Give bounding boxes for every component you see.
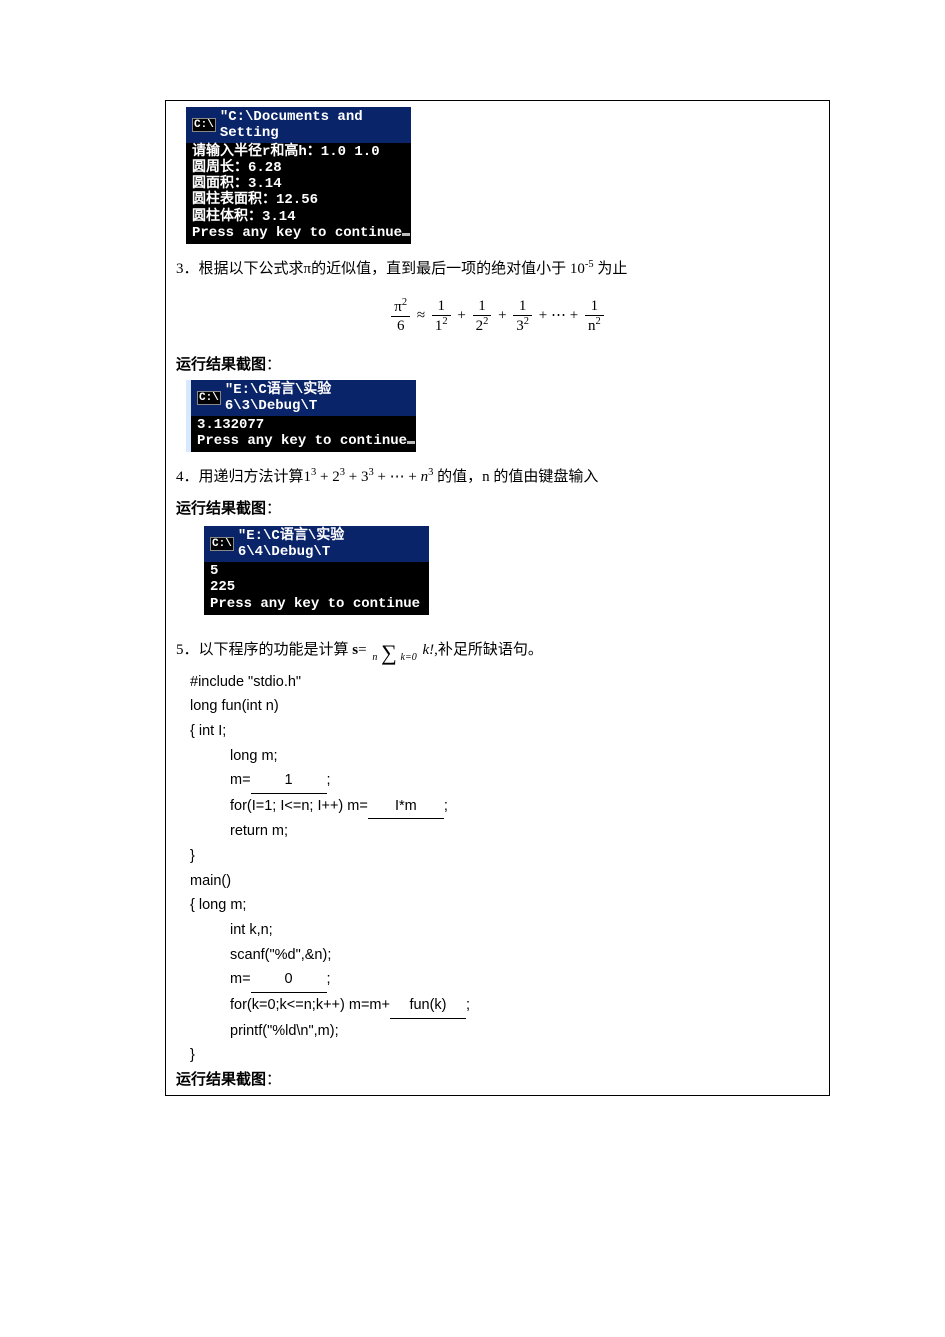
code-frag: for(k=0;k<=n;k++) m=m+: [230, 997, 390, 1013]
code-line: for(I=1; I<=n; I++) m=I*m;: [190, 794, 819, 820]
code-frag: ;: [444, 798, 448, 814]
result-label-text: 运行结果截图: [176, 501, 266, 517]
blank-4: fun(k): [390, 993, 466, 1019]
code-line: main(): [190, 869, 819, 894]
cmd-icon: C:\: [197, 391, 221, 405]
code-line: m=0;: [190, 967, 819, 993]
result-label-3: 运行结果截图：: [166, 1068, 819, 1089]
document-content: C:\ "C:\Documents and Setting 请输入半径r和高h：…: [166, 101, 829, 1095]
code-line: m=1;: [190, 768, 819, 794]
q5-eq: =: [358, 642, 366, 658]
q5-kfact: k!: [422, 642, 434, 658]
code-line: int k,n;: [190, 918, 819, 943]
q4-formula: 13 + 23 + 33 + ⋯ + n3: [304, 469, 434, 485]
code-line: { int I;: [190, 719, 819, 744]
q3-text: 3．根据以下公式求π的近似值，直到最后一项的绝对值小于 10: [176, 261, 585, 277]
q4-suffix: 的值，n 的值由键盘输入: [437, 469, 598, 485]
q3-text-tail: 为止: [594, 261, 628, 277]
question-4: 4．用递归方法计算13 + 23 + 33 + ⋯ + n3 的值，n 的值由键…: [176, 464, 819, 491]
result-label-1: 运行结果截图：: [176, 353, 819, 374]
colon: ：: [266, 1072, 281, 1088]
blank-1: 1: [251, 768, 327, 794]
code-line: }: [190, 1043, 819, 1068]
colon: ：: [266, 357, 281, 373]
q3-exponent: -5: [585, 259, 594, 270]
blank-3: 0: [251, 967, 327, 993]
code-line: for(k=0;k<=n;k++) m=m+fun(k);: [190, 993, 819, 1019]
code-line: long fun(int n): [190, 694, 819, 719]
question-3: 3．根据以下公式求π的近似值，直到最后一项的绝对值小于 10-5 为止: [176, 256, 819, 283]
colon: ：: [266, 501, 281, 517]
console-output-2-wrap: C:\ "E:\C语言\实验6\3\Debug\T 3.132077 Press…: [176, 380, 819, 452]
sigma-icon: n ∑ k=0: [372, 644, 416, 663]
question-5: 5．以下程序的功能是计算 s= n ∑ k=0 k!,补足所缺语句。: [176, 637, 819, 664]
console1-title: "C:\Documents and Setting: [220, 109, 405, 141]
code-line: printf("%ld\n",m);: [190, 1019, 819, 1044]
code-frag: ;: [466, 997, 470, 1013]
console-output-3: C:\ "E:\C语言\实验6\4\Debug\T 5 225 Press an…: [204, 526, 429, 614]
code-block: #include "stdio.h" long fun(int n) { int…: [190, 670, 819, 1068]
result-label-2: 运行结果截图：: [176, 497, 819, 518]
console2-title: "E:\C语言\实验6\3\Debug\T: [225, 382, 410, 414]
code-line: }: [190, 844, 819, 869]
document-frame: C:\ "C:\Documents and Setting 请输入半径r和高h：…: [165, 100, 830, 1096]
result-label-text: 运行结果截图: [176, 357, 266, 373]
code-line: return m;: [190, 819, 819, 844]
q5-suffix: 补足所缺语句。: [438, 642, 543, 658]
code-line: scanf("%d",&n);: [190, 943, 819, 968]
code-line: long m;: [190, 744, 819, 769]
console-output-1: C:\ "C:\Documents and Setting 请输入半径r和高h：…: [186, 107, 819, 244]
blank-2: I*m: [368, 794, 444, 820]
console1-titlebar: C:\ "C:\Documents and Setting: [186, 107, 411, 143]
code-frag: for(I=1; I<=n; I++) m=: [230, 798, 368, 814]
console2-titlebar: C:\ "E:\C语言\实验6\3\Debug\T: [191, 380, 416, 416]
console2-body: 3.132077 Press any key to continue: [191, 416, 416, 452]
code-frag: m=: [230, 971, 251, 987]
cmd-icon: C:\: [210, 537, 234, 551]
code-frag: m=: [230, 772, 251, 788]
code-frag: ;: [327, 971, 331, 987]
code-line: #include "stdio.h": [190, 670, 819, 695]
console3-body: 5 225 Press any key to continue: [204, 562, 429, 614]
code-line: { long m;: [190, 893, 819, 918]
console3-titlebar: C:\ "E:\C语言\实验6\4\Debug\T: [204, 526, 429, 562]
code-frag: ;: [327, 772, 331, 788]
console1-body: 请输入半径r和高h：1.0 1.0 圆周长：6.28 圆面积：3.14 圆柱表面…: [186, 143, 411, 244]
pi-formula: π26 ≈ 112 + 122 + 132 + ⋯ + 1n2: [176, 297, 819, 335]
result-label-text: 运行结果截图: [176, 1072, 266, 1088]
q5-prefix: 5．以下程序的功能是计算: [176, 642, 352, 658]
console3-title: "E:\C语言\实验6\4\Debug\T: [238, 528, 423, 560]
q4-prefix: 4．用递归方法计算: [176, 469, 304, 485]
cmd-icon: C:\: [192, 118, 216, 132]
